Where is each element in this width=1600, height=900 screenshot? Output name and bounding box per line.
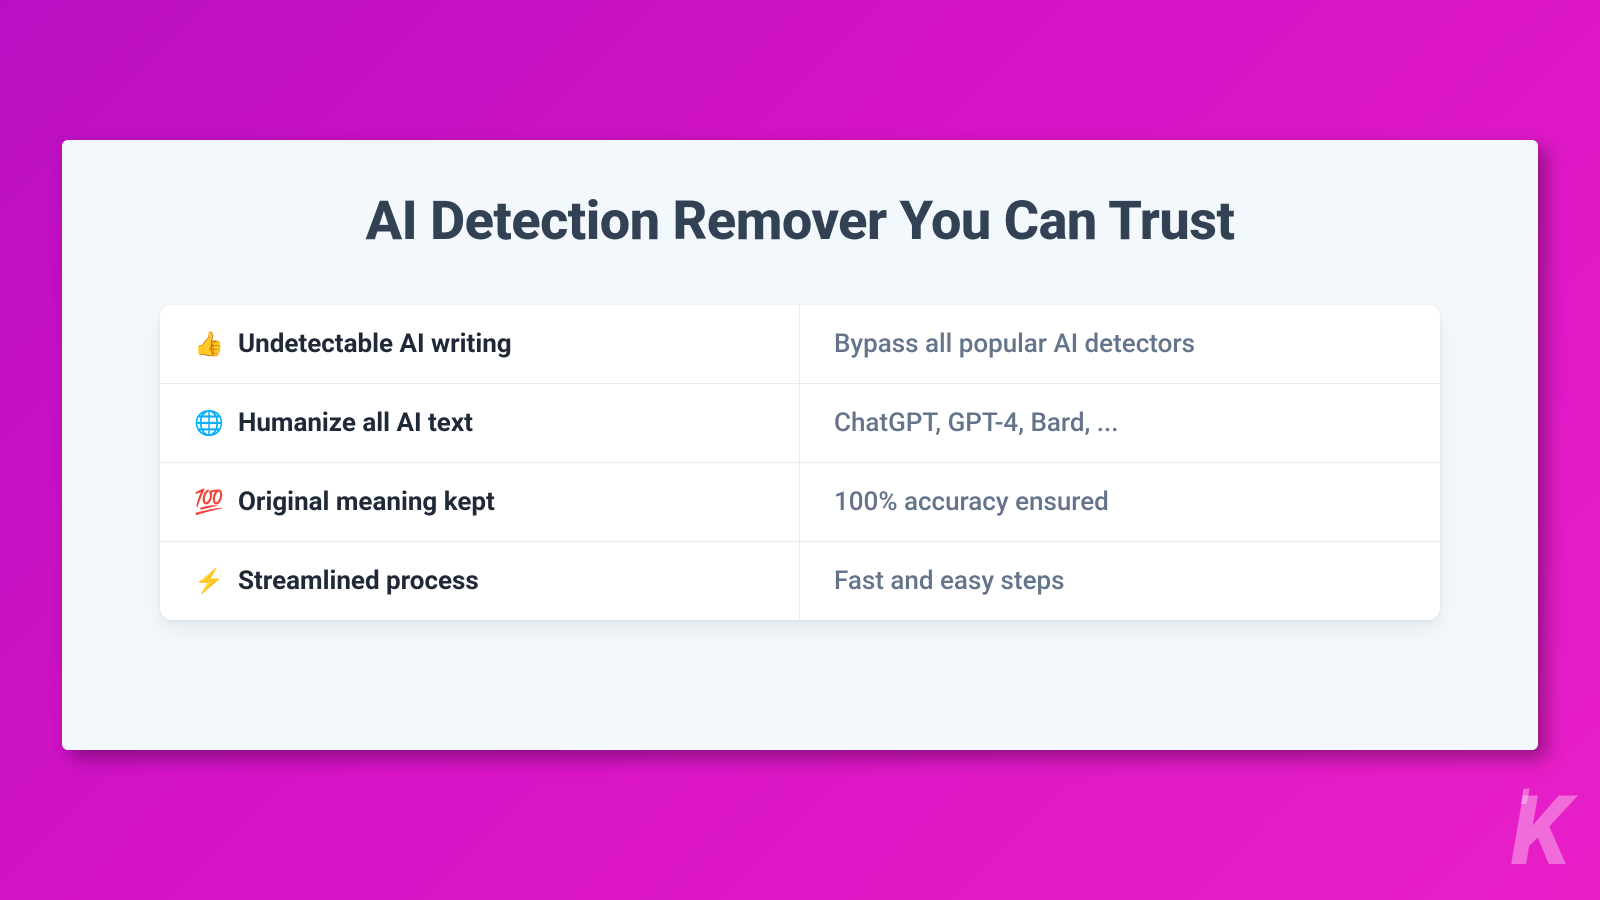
content-card: AI Detection Remover You Can Trust 👍 Und… xyxy=(62,140,1538,750)
feature-label-cell: 🌐 Humanize all AI text xyxy=(160,384,800,462)
thumbs-up-icon: 👍 xyxy=(194,330,224,358)
feature-desc: 100% accuracy ensured xyxy=(834,487,1109,517)
globe-icon: 🌐 xyxy=(194,409,224,437)
table-row: 🌐 Humanize all AI text ChatGPT, GPT-4, B… xyxy=(160,383,1440,462)
feature-desc-cell: ChatGPT, GPT-4, Bard, ... xyxy=(800,384,1440,462)
feature-table: 👍 Undetectable AI writing Bypass all pop… xyxy=(160,305,1440,620)
feature-label: Humanize all AI text xyxy=(238,408,473,438)
feature-label: Undetectable AI writing xyxy=(238,329,512,359)
feature-desc: Bypass all popular AI detectors xyxy=(834,329,1195,359)
feature-label: Original meaning kept xyxy=(238,487,495,517)
feature-desc-cell: Bypass all popular AI detectors xyxy=(800,305,1440,383)
feature-desc: Fast and easy steps xyxy=(834,566,1064,596)
bolt-icon: ⚡ xyxy=(194,567,224,595)
table-row: 💯 Original meaning kept 100% accuracy en… xyxy=(160,462,1440,541)
feature-label-cell: 👍 Undetectable AI writing xyxy=(160,305,800,383)
feature-label: Streamlined process xyxy=(238,566,479,596)
watermark-logo: 'K xyxy=(1518,784,1564,880)
table-row: ⚡ Streamlined process Fast and easy step… xyxy=(160,541,1440,620)
feature-label-cell: 💯 Original meaning kept xyxy=(160,463,800,541)
page-title: AI Detection Remover You Can Trust xyxy=(62,190,1538,253)
stage-background: AI Detection Remover You Can Trust 👍 Und… xyxy=(0,0,1600,900)
hundred-icon: 💯 xyxy=(194,488,224,516)
feature-desc-cell: Fast and easy steps xyxy=(800,542,1440,620)
feature-desc-cell: 100% accuracy ensured xyxy=(800,463,1440,541)
table-row: 👍 Undetectable AI writing Bypass all pop… xyxy=(160,305,1440,383)
feature-label-cell: ⚡ Streamlined process xyxy=(160,542,800,620)
feature-desc: ChatGPT, GPT-4, Bard, ... xyxy=(834,408,1118,438)
